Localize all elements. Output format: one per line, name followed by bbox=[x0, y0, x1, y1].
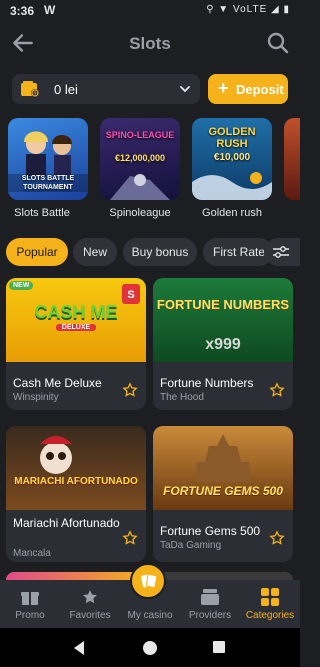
system-navigation-bar bbox=[0, 628, 300, 667]
thumbnail-title: FORTUNE GEMS 500 bbox=[163, 484, 283, 498]
providers-icon bbox=[201, 589, 219, 605]
promo-label: Slots Battle bbox=[14, 207, 70, 219]
game-card[interactable]: MARIACHI AFORTUNADO Mariachi Afortunado … bbox=[6, 426, 146, 562]
nav-label: Providers bbox=[188, 610, 232, 621]
chevron-down-icon bbox=[180, 86, 190, 93]
plus-icon: + bbox=[218, 78, 229, 98]
nav-label: Favorites bbox=[69, 610, 111, 621]
thumbnail-subtitle: x999 bbox=[205, 336, 241, 353]
game-thumbnail: FORTUNE NUMBERS x999 bbox=[153, 278, 293, 362]
promo-slots-battle[interactable]: SLOTS BATTLE TOURNAMENT bbox=[8, 118, 88, 200]
game-name: Mariachi Afortunado bbox=[13, 516, 120, 530]
grid-icon bbox=[261, 588, 279, 606]
filter-chip-buy-bonus[interactable]: Buy bonus bbox=[123, 238, 197, 266]
game-provider: Mancala bbox=[13, 548, 51, 559]
filter-settings-button[interactable] bbox=[264, 238, 300, 266]
promo-tile-text: SLOTS BATTLE TOURNAMENT bbox=[8, 174, 88, 192]
provider-logo-icon: S bbox=[122, 284, 140, 304]
thumbnail-title: FORTUNE NUMBERS bbox=[156, 297, 290, 312]
favorite-star-icon[interactable] bbox=[269, 382, 285, 398]
status-time: 3:36 bbox=[10, 4, 35, 18]
promo-tile-title: SPINO-LEAGUE bbox=[105, 130, 175, 140]
deposit-label: Deposit bbox=[236, 82, 284, 97]
status-icons: ⚲ ▼ VoLTE ◢ ▮ bbox=[206, 4, 290, 15]
new-badge: NEW bbox=[9, 281, 34, 290]
balance-selector[interactable]: 0 lei bbox=[12, 74, 200, 104]
gift-icon bbox=[21, 592, 39, 605]
thumbnail-subtitle: DELUXE bbox=[56, 324, 96, 331]
waves-illustration bbox=[192, 172, 272, 200]
sliders-icon bbox=[273, 246, 289, 258]
home-circle-icon[interactable] bbox=[142, 640, 158, 656]
game-name: Fortune Gems 500 bbox=[160, 524, 261, 538]
app-notification-icon: W bbox=[44, 3, 56, 17]
recents-square-icon[interactable] bbox=[212, 640, 226, 654]
nav-favorites[interactable]: Favorites bbox=[60, 580, 120, 628]
promo-tile-prize: €10,000 bbox=[213, 152, 251, 163]
game-name: Fortune Numbers bbox=[160, 376, 254, 390]
promo-spinoleague[interactable]: SPINO-LEAGUE €12,000,000 bbox=[100, 118, 180, 200]
deposit-button[interactable]: + Deposit bbox=[208, 74, 288, 104]
back-triangle-icon[interactable] bbox=[72, 640, 86, 656]
game-thumbnail: MARIACHI AFORTUNADO bbox=[6, 426, 146, 510]
favorite-star-icon[interactable] bbox=[122, 382, 138, 398]
nav-providers[interactable]: Providers bbox=[180, 580, 240, 628]
game-provider: Winspinity bbox=[13, 392, 59, 403]
wallet-icon bbox=[21, 81, 39, 97]
favorite-star-icon[interactable] bbox=[122, 530, 138, 546]
promo-tile-title: GOLDEN RUSH bbox=[208, 126, 256, 150]
game-provider: TaDa Gaming bbox=[160, 540, 222, 551]
nav-label: Categories bbox=[245, 610, 295, 621]
star-icon bbox=[83, 590, 97, 604]
nav-promo[interactable]: Promo bbox=[0, 580, 60, 628]
filter-chip-new[interactable]: New bbox=[73, 238, 117, 266]
game-thumbnail: FORTUNE GEMS 500 bbox=[153, 426, 293, 510]
balance-amount: 0 lei bbox=[54, 82, 78, 97]
nav-label: Promo bbox=[15, 610, 45, 621]
nav-label: My casino bbox=[127, 610, 173, 621]
game-card[interactable]: CASH ME DELUXE NEW S Cash Me Deluxe Wins… bbox=[6, 278, 146, 410]
thumbnail-title: MARIACHI AFORTUNADO bbox=[14, 476, 138, 487]
game-card[interactable]: FORTUNE NUMBERS x999 Fortune Numbers The… bbox=[153, 278, 293, 410]
favorite-star-icon[interactable] bbox=[269, 530, 285, 546]
game-name: Cash Me Deluxe bbox=[13, 376, 102, 390]
promo-golden-rush[interactable]: GOLDEN RUSH €10,000 bbox=[192, 118, 272, 200]
promo-partial[interactable] bbox=[284, 118, 300, 200]
rider-illustration bbox=[110, 174, 170, 200]
page-title: Slots bbox=[129, 34, 171, 53]
my-casino-button[interactable] bbox=[130, 563, 166, 599]
game-card[interactable]: FORTUNE GEMS 500 Fortune Gems 500 TaDa G… bbox=[153, 426, 293, 562]
top-bar: Slots bbox=[0, 22, 300, 66]
filter-chip-popular[interactable]: Popular bbox=[6, 238, 68, 266]
game-thumbnail: CASH ME DELUXE NEW S bbox=[6, 278, 146, 362]
game-card-partial[interactable] bbox=[6, 572, 146, 580]
game-provider: The Hood bbox=[160, 392, 204, 403]
temple-illustration bbox=[195, 434, 251, 482]
promo-label: Spinoleague bbox=[109, 207, 171, 219]
svg-text:S: S bbox=[127, 289, 134, 301]
promo-tile-prize: €12,000,000 bbox=[114, 153, 166, 163]
filter-chip-first-rate[interactable]: First Rate bbox=[203, 238, 273, 266]
search-icon[interactable] bbox=[266, 31, 290, 55]
game-card-partial[interactable] bbox=[153, 572, 293, 580]
nav-categories[interactable]: Categories bbox=[240, 580, 300, 628]
cards-icon bbox=[141, 573, 158, 588]
status-bar: 3:36 W ⚲ ▼ VoLTE ◢ ▮ bbox=[0, 0, 300, 22]
promo-label: Golden rush bbox=[202, 207, 262, 219]
